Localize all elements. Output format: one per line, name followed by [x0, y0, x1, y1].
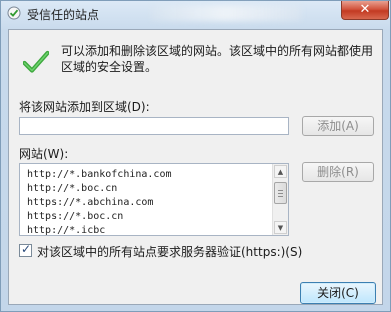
trusted-sites-dialog: 受信任的站点 ✕ 可以添加和删除该区域的网站。该区域中的所有网站都使用区域的安全…	[0, 0, 391, 312]
list-scrollbar[interactable]: ▲ ▼	[272, 164, 288, 235]
remove-button[interactable]: 删除(R)	[302, 162, 374, 182]
title-bar-blur	[151, 5, 301, 21]
list-item[interactable]: http://*.bankofchina.com	[27, 169, 172, 180]
scroll-down-icon[interactable]: ▼	[274, 221, 287, 234]
close-button[interactable]: 关闭(C)	[300, 282, 376, 304]
dialog-body: 可以添加和删除该区域的网站。该区域中的所有网站都使用区域的安全设置。 将该网站添…	[8, 29, 383, 305]
scroll-thumb[interactable]	[274, 182, 287, 204]
sites-list[interactable]: http://*.bankofchina.com http://*.boc.cn…	[19, 163, 289, 236]
list-item[interactable]: https://*.boc.cn	[27, 211, 123, 222]
window-title: 受信任的站点	[27, 8, 100, 22]
list-item[interactable]: http://*.boc.cn	[27, 183, 117, 194]
add-site-input[interactable]	[19, 117, 289, 135]
grip-line	[278, 193, 283, 194]
add-button[interactable]: 添加(A)	[302, 116, 374, 136]
sites-label: 网站(W):	[19, 147, 69, 161]
checkbox-check-icon: ✓	[21, 242, 32, 256]
info-text: 可以添加和删除该区域的网站。该区域中的所有网站都使用区域的安全设置。	[61, 44, 374, 74]
close-icon: ✕	[359, 2, 371, 17]
add-site-label: 将该网站添加到区域(D):	[19, 100, 150, 114]
grip-line	[278, 190, 283, 191]
list-item[interactable]: http://*.icbc	[27, 225, 105, 235]
title-bar[interactable]: 受信任的站点 ✕	[1, 1, 390, 27]
scroll-up-icon[interactable]: ▲	[274, 165, 287, 178]
grip-line	[278, 196, 283, 197]
checkmark-icon	[23, 50, 49, 73]
require-https-label[interactable]: 对该区域中的所有站点要求服务器验证(https:)(S)	[37, 243, 302, 260]
window-close-button[interactable]: ✕	[341, 1, 389, 20]
require-https-checkbox[interactable]: ✓	[19, 242, 32, 257]
list-item[interactable]: https://*.abchina.com	[27, 197, 153, 208]
trusted-sites-icon	[7, 6, 21, 20]
